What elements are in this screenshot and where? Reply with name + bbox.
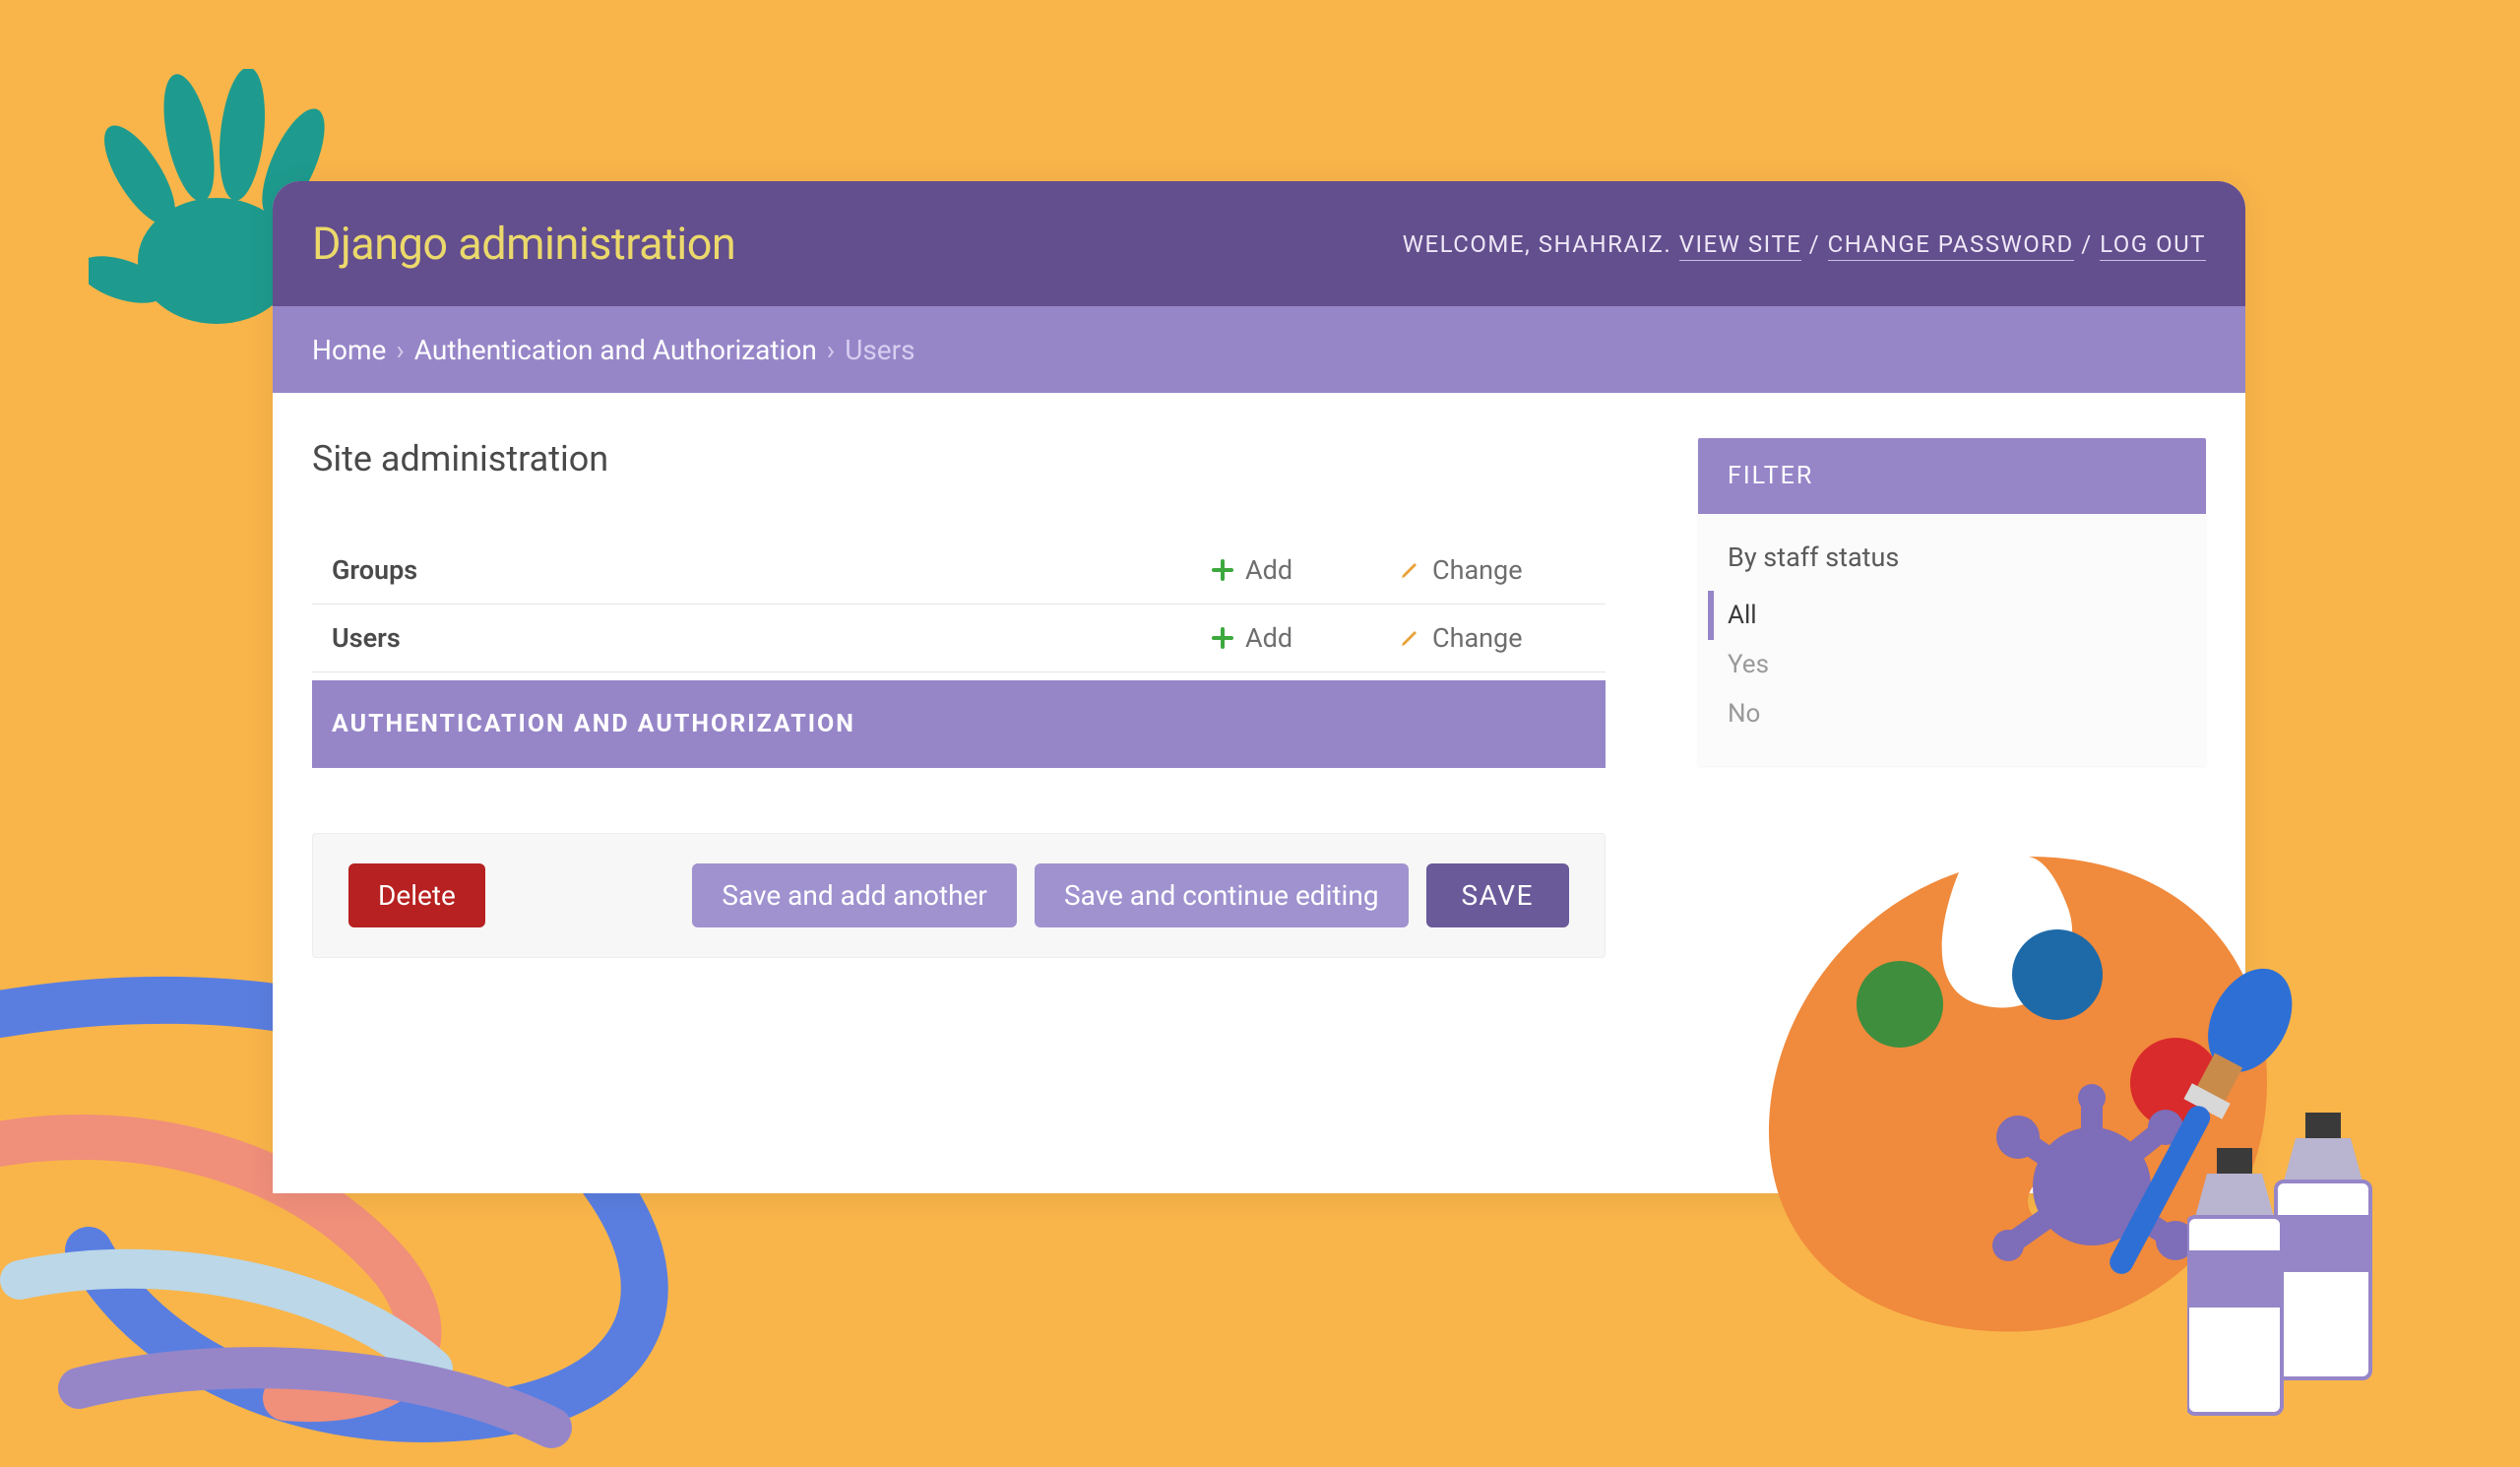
filter-option-yes[interactable]: Yes — [1708, 640, 2176, 689]
user-links: WELCOME, SHAHRAIZ. VIEW SITE / CHANGE PA… — [1403, 230, 2206, 258]
app-section-header: AUTHENTICATION AND AUTHORIZATION — [312, 680, 1606, 768]
model-row-groups: Groups Add Change — [312, 537, 1606, 605]
save-add-another-button[interactable]: Save and add another — [692, 863, 1017, 927]
brand-title: Django administration — [312, 218, 735, 270]
model-row-users: Users Add Change — [312, 605, 1606, 672]
change-password-link[interactable]: CHANGE PASSWORD — [1828, 230, 2074, 261]
filter-option-all[interactable]: All — [1708, 591, 2176, 640]
change-groups-link[interactable]: Change — [1399, 554, 1586, 586]
welcome-prefix: WELCOME, — [1403, 230, 1539, 258]
breadcrumb: Home › Authentication and Authorization … — [273, 306, 2245, 393]
add-groups-link[interactable]: Add — [1212, 554, 1399, 586]
filter-panel: FILTER By staff status All Yes No — [1698, 438, 2206, 766]
pencil-icon — [1399, 559, 1420, 581]
save-continue-button[interactable]: Save and continue editing — [1035, 863, 1409, 927]
log-out-link[interactable]: LOG OUT — [2100, 230, 2206, 261]
change-users-link[interactable]: Change — [1399, 622, 1586, 654]
add-users-link[interactable]: Add — [1212, 622, 1399, 654]
content-area: Site administration Groups Add Cha — [273, 393, 2245, 997]
plus-icon — [1212, 627, 1233, 649]
pencil-icon — [1399, 627, 1420, 649]
delete-button[interactable]: Delete — [348, 863, 485, 927]
admin-window: Django administration WELCOME, SHAHRAIZ.… — [273, 181, 2245, 1193]
plus-icon — [1212, 559, 1233, 581]
view-site-link[interactable]: VIEW SITE — [1679, 230, 1802, 261]
left-column: Site administration Groups Add Cha — [312, 438, 1606, 958]
model-name[interactable]: Users — [332, 622, 1212, 654]
header-bar: Django administration WELCOME, SHAHRAIZ.… — [273, 181, 2245, 306]
welcome-username: SHAHRAIZ — [1539, 230, 1665, 258]
add-label: Add — [1245, 554, 1292, 586]
save-button[interactable]: SAVE — [1426, 863, 1569, 927]
filter-header: FILTER — [1698, 438, 2206, 514]
breadcrumb-home[interactable]: Home — [312, 334, 386, 366]
page-title: Site administration — [312, 438, 1606, 479]
change-label: Change — [1432, 622, 1523, 654]
models-table: Groups Add Change User — [312, 537, 1606, 768]
filter-title: By staff status — [1698, 514, 2206, 591]
filter-option-no[interactable]: No — [1708, 689, 2176, 738]
add-label: Add — [1245, 622, 1292, 654]
model-name[interactable]: Groups — [332, 554, 1212, 586]
breadcrumb-section[interactable]: Authentication and Authorization — [414, 334, 817, 366]
breadcrumb-current: Users — [845, 334, 914, 366]
submit-row: Delete Save and add another Save and con… — [312, 833, 1606, 958]
change-label: Change — [1432, 554, 1523, 586]
right-column: FILTER By staff status All Yes No — [1698, 438, 2206, 766]
filter-options: All Yes No — [1698, 591, 2206, 766]
